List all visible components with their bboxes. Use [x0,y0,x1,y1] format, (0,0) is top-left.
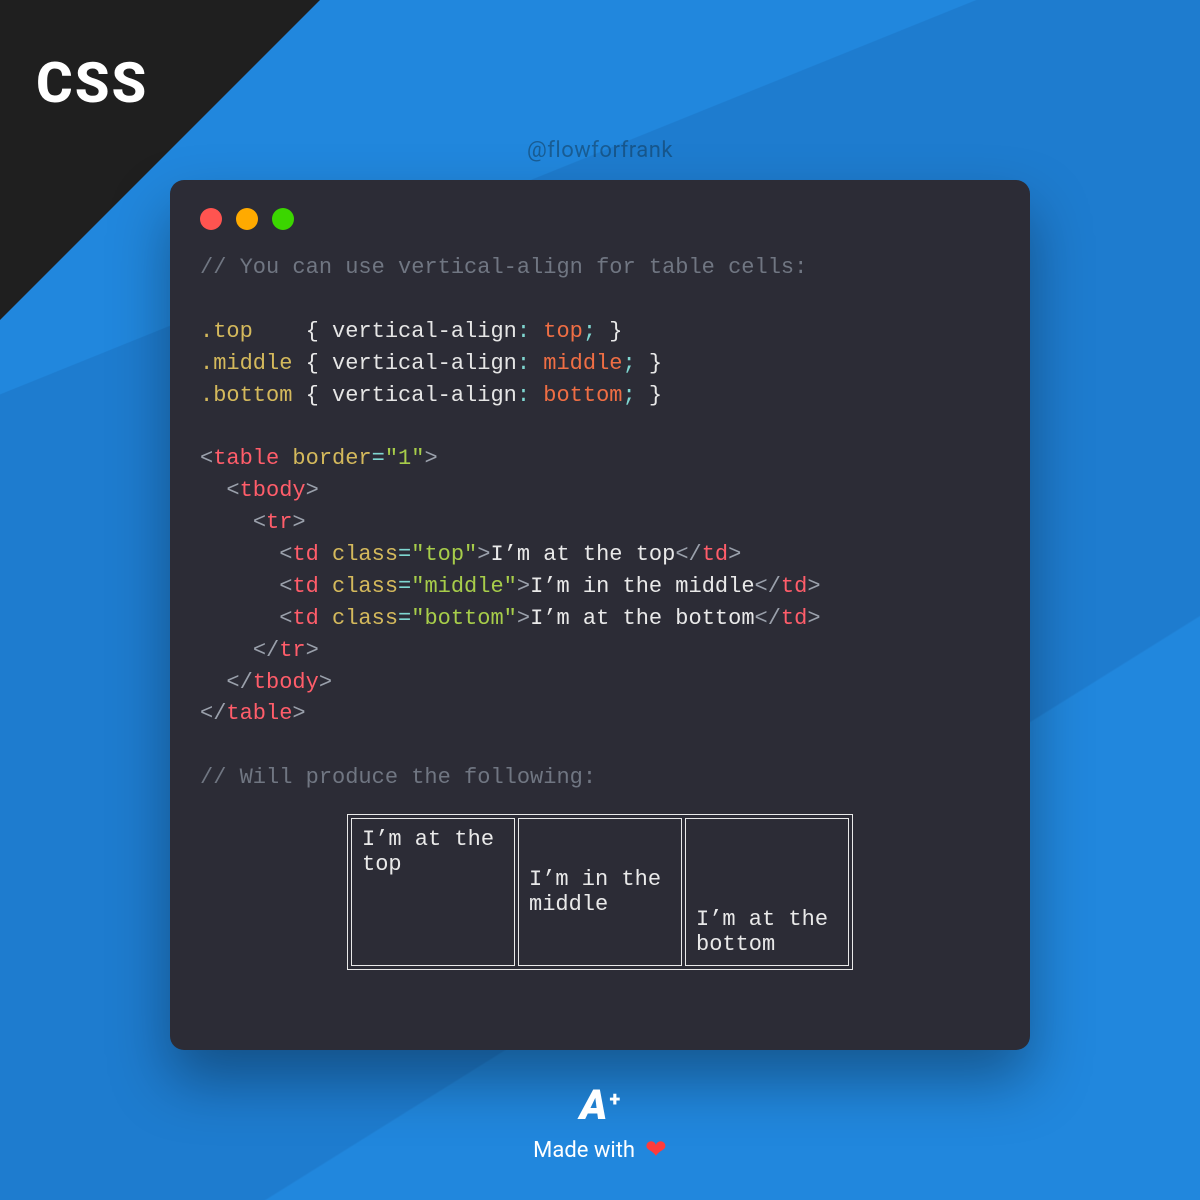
attr: class [332,574,398,599]
selector: .top [200,319,253,344]
code-comment: // Will produce the following: [200,765,596,790]
heart-icon: ❤ [645,1135,667,1165]
code-comment: // You can use vertical-align for table … [200,255,807,280]
cell-middle: I’m in the middle [518,818,682,966]
corner-label: CSS [36,50,148,116]
text: I’m at the top [490,542,675,567]
attr-value: "1" [385,446,425,471]
footer: A + Made with ❤ [0,1085,1200,1165]
tag: table [226,701,292,726]
tag: td [781,574,807,599]
tag: td [702,542,728,567]
demo-output: I’m at the top I’m in the middle I’m at … [200,814,1000,970]
attr: border [292,446,371,471]
selector: .middle [200,351,292,376]
code-block: // You can use vertical-align for table … [200,252,1000,794]
table-row: I’m at the top I’m in the middle I’m at … [351,818,849,966]
tag: td [292,606,318,631]
made-with: Made with ❤ [0,1135,1200,1165]
code-window: // You can use vertical-align for table … [170,180,1030,1050]
zoom-icon [272,208,294,230]
tag: td [781,606,807,631]
attr: class [332,606,398,631]
logo: A + [580,1085,620,1127]
close-icon [200,208,222,230]
property: vertical-align [332,319,517,344]
tag: tr [279,638,305,663]
demo-table: I’m at the top I’m in the middle I’m at … [347,814,853,970]
property: vertical-align [332,383,517,408]
cell-bottom: I’m at the bottom [685,818,849,966]
attr: class [332,542,398,567]
value: top [543,319,583,344]
logo-letter: A [580,1085,606,1127]
tag: table [213,446,279,471]
text: I’m in the middle [530,574,754,599]
property: vertical-align [332,351,517,376]
window-traffic-lights [200,208,1000,230]
attr-value: "top" [411,542,477,567]
tag: tr [266,510,292,535]
attr-value: "bottom" [411,606,517,631]
value: middle [543,351,622,376]
tag: td [292,574,318,599]
tag: tbody [253,670,319,695]
logo-plus: + [610,1087,621,1111]
text: I’m at the bottom [530,606,754,631]
tag: td [292,542,318,567]
author-handle: @flowforfrank [0,138,1200,163]
made-with-text: Made with [533,1138,635,1163]
cell-top: I’m at the top [351,818,515,966]
tag: tbody [240,478,306,503]
value: bottom [543,383,622,408]
selector: .bottom [200,383,292,408]
attr-value: "middle" [411,574,517,599]
minimize-icon [236,208,258,230]
